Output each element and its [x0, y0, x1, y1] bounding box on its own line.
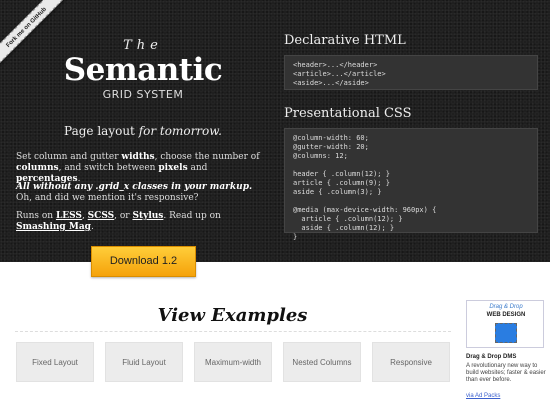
strong-text: columns — [16, 163, 59, 173]
code-line: <header>...</header> — [293, 61, 378, 69]
code-line: aside { .column(12); } — [293, 224, 395, 232]
scss-link[interactable]: SCSS — [88, 211, 114, 221]
strong-text: pixels — [158, 163, 188, 173]
description-paragraph-1: Set column and gutter widths, choose the… — [16, 152, 266, 185]
example-fixed-layout-button[interactable]: Fixed Layout — [16, 342, 94, 382]
example-nested-columns-button[interactable]: Nested Columns — [283, 342, 361, 382]
emphasis-text: All without any .grid_x classes in your … — [16, 182, 253, 192]
less-link[interactable]: LESS — [56, 211, 82, 221]
css-code-title: Presentational CSS — [284, 106, 412, 121]
text: Oh, and did we mention it's responsive? — [16, 193, 199, 203]
text: . Read up on — [163, 211, 221, 221]
title-small: The — [123, 38, 163, 53]
ad-description: A revolutionary new way to build website… — [466, 363, 546, 383]
strong-text: widths — [121, 152, 155, 162]
ad-heading: Drag & Drop — [489, 304, 523, 310]
code-line: } — [293, 233, 298, 241]
text: , and switch between — [58, 163, 159, 173]
code-line: @column-width: 60; — [293, 134, 369, 142]
code-line: aside { .column(3); } — [293, 188, 382, 196]
code-line: header { .column(12); } — [293, 170, 390, 178]
text: . — [90, 222, 94, 232]
text: and — [187, 163, 208, 173]
stylus-link[interactable]: Stylus — [132, 211, 163, 221]
example-maximum-width-button[interactable]: Maximum-width — [194, 342, 272, 382]
ad-image[interactable]: Drag & Drop WEB DESIGN — [466, 300, 544, 348]
example-fluid-layout-button[interactable]: Fluid Layout — [105, 342, 183, 382]
tagline: Page layout for tomorrow. — [0, 124, 286, 138]
css-code-block: @column-width: 60; @gutter-width: 20; @col… — [284, 128, 538, 241]
ad-subheading: WEB DESIGN — [486, 312, 526, 318]
description-paragraph-3: Runs on LESS, SCSS, or Stylus. Read up o… — [16, 211, 266, 233]
code-line: <aside>...</aside> — [293, 79, 369, 87]
code-line: @media (max-device-width: 960px) { — [293, 206, 437, 214]
code-line: @columns: 12; — [293, 152, 348, 160]
example-responsive-button[interactable]: Responsive — [372, 342, 450, 382]
smashing-mag-link[interactable]: Smashing Mag — [16, 222, 91, 232]
divider — [15, 331, 451, 332]
description-paragraph-2: All without any .grid_x classes in your … — [16, 182, 266, 204]
download-button[interactable]: Download 1.2 — [91, 246, 196, 277]
ad-via-link[interactable]: via Ad Packs — [466, 393, 500, 399]
html-code-title: Declarative HTML — [284, 33, 406, 48]
drag-drop-icon — [495, 323, 517, 343]
text: , choose the number of — [154, 152, 260, 162]
tagline-plain: Page layout — [64, 124, 139, 138]
code-line: article { .column(9); } — [293, 179, 390, 187]
html-code-block: <header>...</header> <article>...</articl… — [284, 55, 538, 90]
code-line: @gutter-width: 20; — [293, 143, 369, 151]
code-line: <article>...</article> — [293, 70, 386, 78]
ad-title[interactable]: Drag & Drop DMS — [466, 354, 516, 360]
text: , or — [114, 211, 133, 221]
text: Set column and gutter — [16, 152, 122, 162]
title-subtitle: GRID SYSTEM — [102, 88, 184, 101]
examples-heading: View Examples — [157, 305, 308, 326]
hero-section: Fork me on GitHub The Semantic GRID SYST… — [0, 0, 550, 262]
tagline-emphasis: for tomorrow. — [138, 124, 222, 138]
page-title: Semantic — [63, 52, 223, 88]
code-line: article { .column(12); } — [293, 215, 403, 223]
text: Runs on — [16, 211, 56, 221]
